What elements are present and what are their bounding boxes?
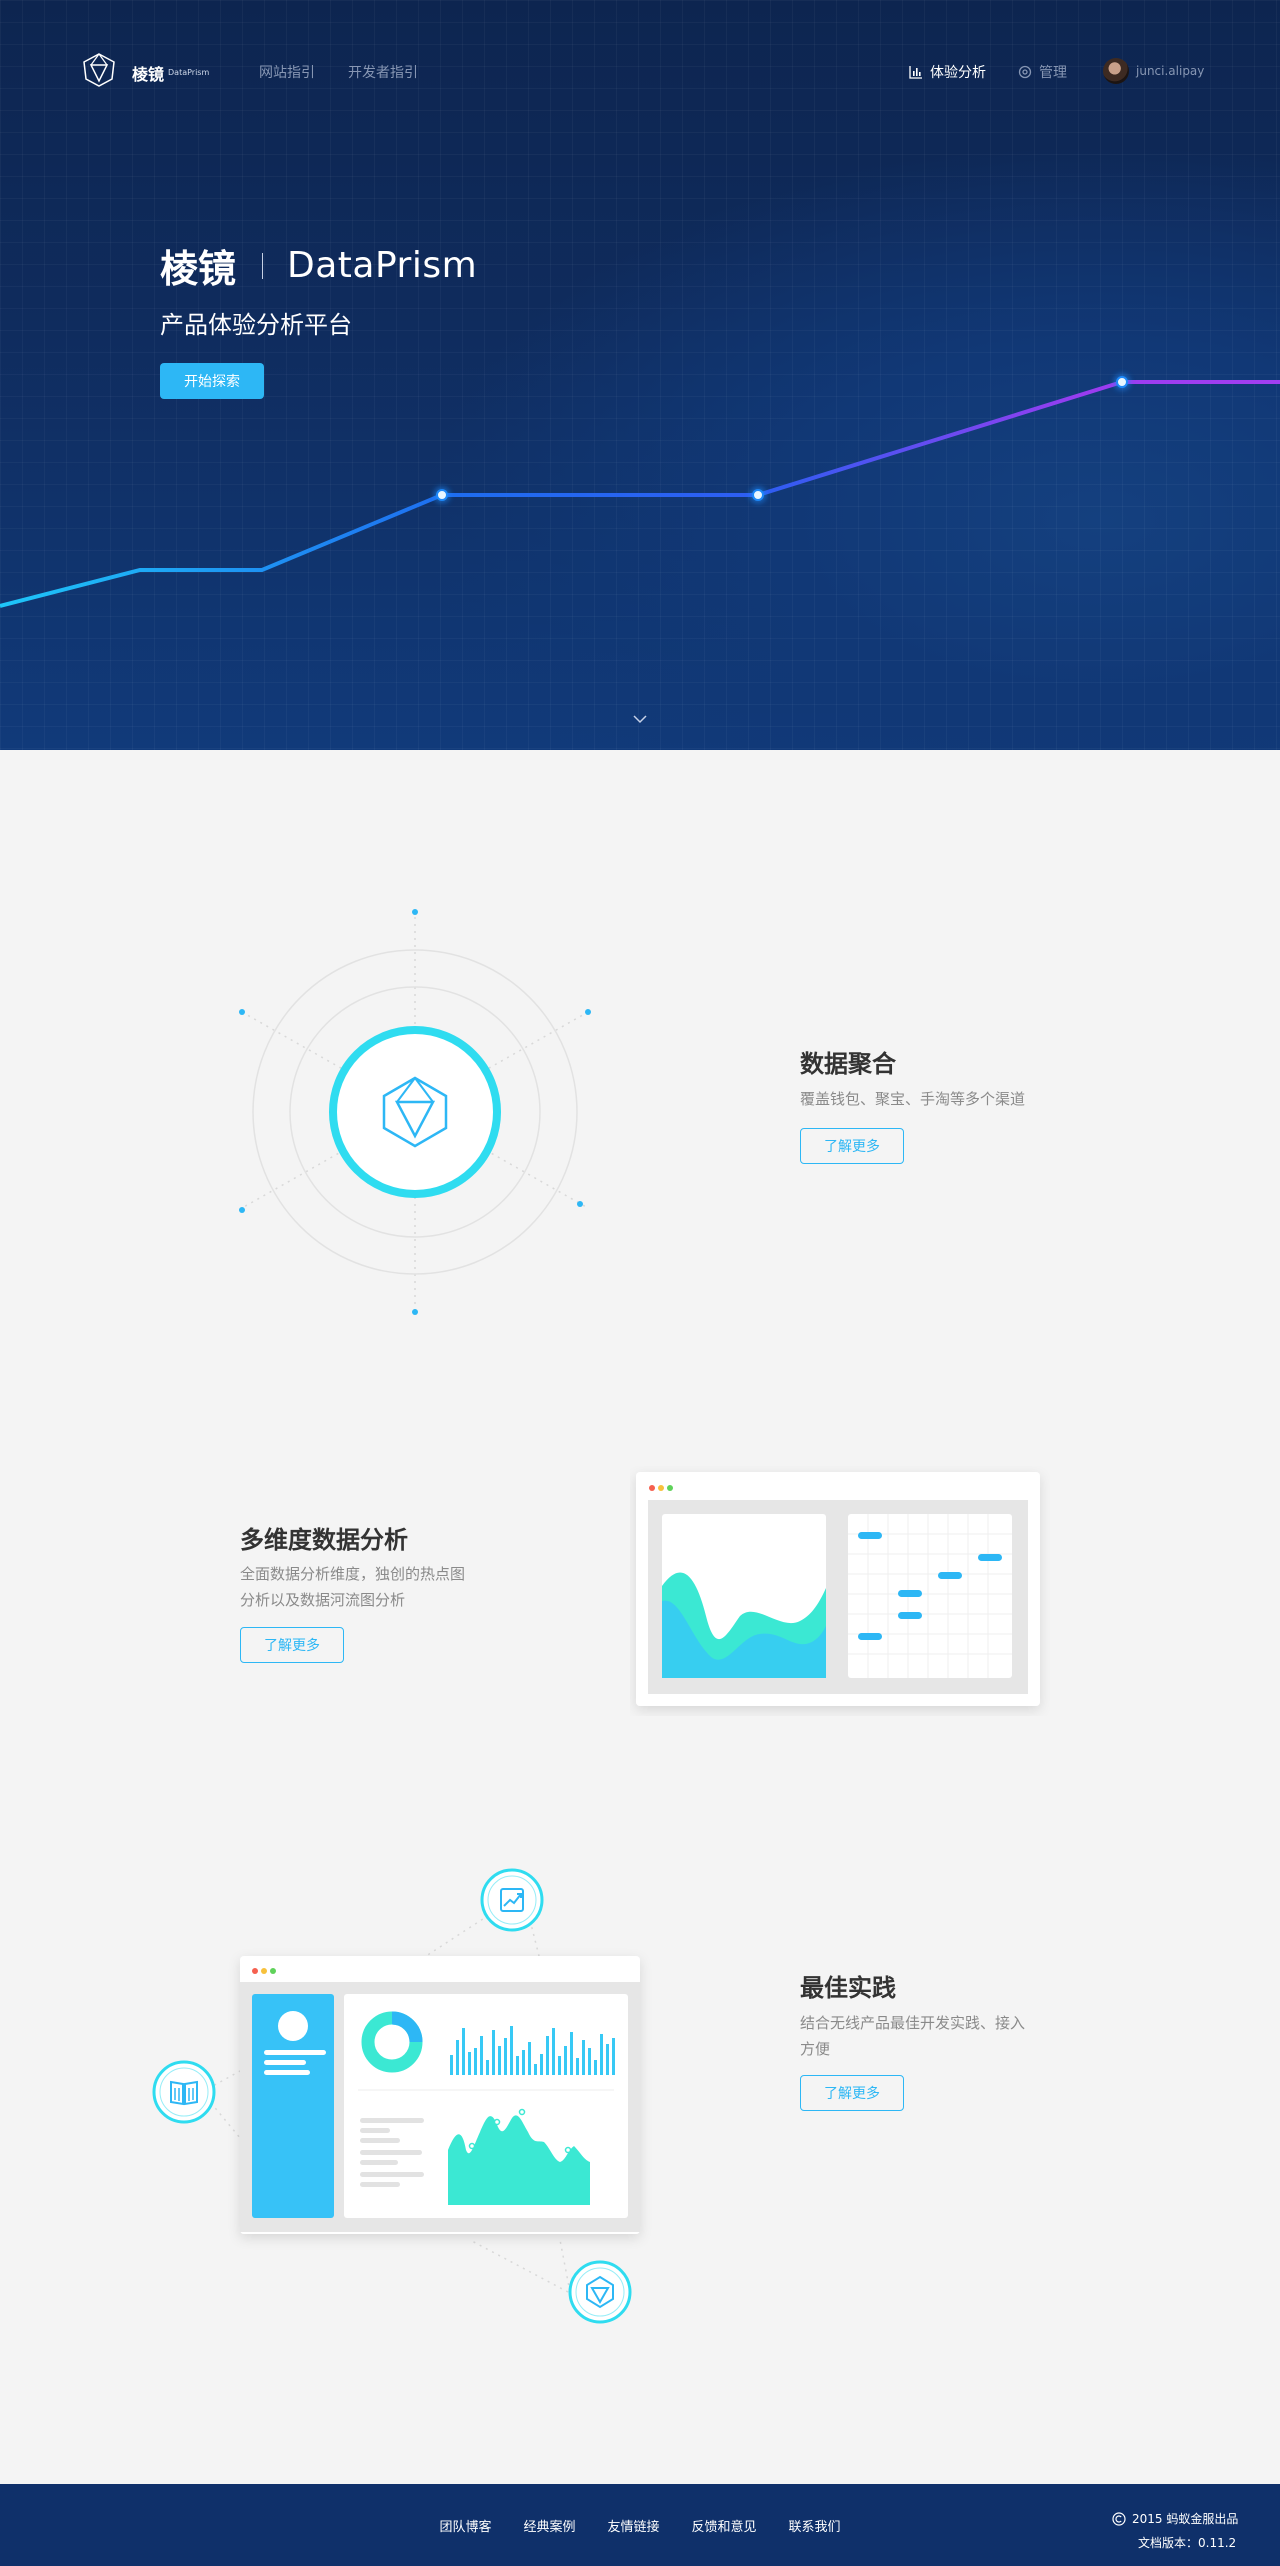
trend-chart-icon bbox=[480, 1868, 544, 1932]
user-name: junci.alipay bbox=[1136, 64, 1205, 78]
nav-user[interactable]: junci.alipay bbox=[1103, 58, 1204, 84]
learn-more-button-aggregation[interactable]: 了解更多 bbox=[800, 1128, 904, 1164]
footer-link-cases[interactable]: 经典案例 bbox=[523, 2516, 575, 2535]
nav-link-site-guide[interactable]: 网站指引 bbox=[259, 62, 315, 82]
nav-analysis[interactable]: 体验分析 bbox=[909, 62, 986, 82]
top-nav: 棱镜 DataPrism 网站指引 开发者指引 体验分析 管理 junci.al… bbox=[0, 0, 1280, 144]
prism-logo-icon[interactable] bbox=[82, 52, 116, 88]
trend-point bbox=[750, 487, 766, 503]
feature-desc-aggregation: 覆盖钱包、聚宝、手淘等多个渠道 bbox=[800, 1086, 1025, 1112]
analysis-window-illustration bbox=[636, 1472, 1040, 1706]
data-aggregation-illustration bbox=[239, 909, 591, 1315]
copyright: 2015 蚂蚁金服出品 bbox=[1112, 2510, 1238, 2527]
footer-link-friends[interactable]: 友情链接 bbox=[607, 2516, 659, 2535]
footer-link-contact[interactable]: 联系我们 bbox=[789, 2516, 841, 2535]
nav-manage-label: 管理 bbox=[1039, 65, 1067, 81]
learn-more-button-best-practice[interactable]: 了解更多 bbox=[800, 2075, 904, 2111]
desc-line: 全面数据分析维度，独创的热点图 bbox=[240, 1565, 466, 1583]
hero-title-cn: 棱镜 bbox=[160, 247, 237, 291]
avatar bbox=[1103, 58, 1129, 84]
doc-version: 文档版本：0.11.2 bbox=[1138, 2536, 1237, 2550]
desc-line: 覆盖钱包、聚宝、手淘等多个渠道 bbox=[800, 1090, 1026, 1108]
chevron-down-icon[interactable] bbox=[631, 710, 649, 728]
footer-links: 团队博客 经典案例 友情链接 反馈和意见 联系我们 bbox=[0, 2484, 1280, 2566]
hero-title-en: DataPrism bbox=[287, 245, 478, 286]
settings-icon bbox=[1018, 65, 1032, 79]
footer: 团队博客 经典案例 友情链接 反馈和意见 联系我们 2015 蚂蚁金服出品 文档… bbox=[0, 2484, 1280, 2566]
hero-subtitle: 产品体验分析平台 bbox=[160, 311, 352, 339]
learn-more-button-analysis[interactable]: 了解更多 bbox=[240, 1627, 344, 1663]
trend-point bbox=[434, 487, 450, 503]
desc-line: 方便 bbox=[800, 2040, 831, 2058]
start-explore-button[interactable]: 开始探索 bbox=[160, 363, 264, 399]
logo-name[interactable]: 棱镜 bbox=[132, 61, 164, 85]
prism-icon bbox=[568, 2260, 632, 2324]
title-divider bbox=[262, 252, 264, 279]
bar-chart-icon bbox=[909, 66, 922, 79]
best-practice-illustration bbox=[152, 1868, 640, 2324]
book-icon bbox=[152, 2060, 216, 2124]
desc-line: 分析以及数据河流图分析 bbox=[240, 1591, 406, 1609]
logo-subtitle: DataPrism bbox=[168, 68, 210, 77]
nav-link-dev-guide[interactable]: 开发者指引 bbox=[348, 62, 418, 82]
feature-desc-best-practice: 结合无线产品最佳开发实践、接入 方便 bbox=[800, 2010, 1025, 2062]
feature-title-aggregation: 数据聚合 bbox=[800, 1050, 896, 1078]
feature-title-best-practice: 最佳实践 bbox=[800, 1974, 896, 2002]
feature-desc-analysis: 全面数据分析维度，独创的热点图 分析以及数据河流图分析 bbox=[240, 1561, 465, 1613]
footer-link-blog[interactable]: 团队博客 bbox=[439, 2516, 491, 2535]
nav-analysis-label: 体验分析 bbox=[930, 65, 986, 81]
hero-title: 棱镜 DataPrism bbox=[160, 238, 477, 293]
copyright-icon bbox=[1112, 2511, 1126, 2526]
footer-link-feedback[interactable]: 反馈和意见 bbox=[692, 2516, 757, 2535]
trend-point bbox=[1114, 374, 1130, 390]
copyright-text: 2015 蚂蚁金服出品 bbox=[1132, 2512, 1239, 2526]
nav-manage[interactable]: 管理 bbox=[1018, 62, 1067, 82]
desc-line: 结合无线产品最佳开发实践、接入 bbox=[800, 2014, 1026, 2032]
hero-section: 棱镜 DataPrism 网站指引 开发者指引 体验分析 管理 junci.al… bbox=[0, 0, 1280, 750]
feature-title-analysis: 多维度数据分析 bbox=[240, 1526, 408, 1554]
